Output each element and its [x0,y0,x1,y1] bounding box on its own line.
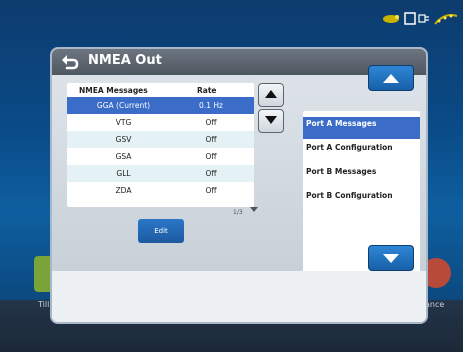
table-row[interactable]: GGA (Current) 0.1 Hz [67,97,254,114]
table-row[interactable]: ZDA Off [67,182,254,199]
back-arrow-icon[interactable] [61,54,79,70]
message-rate: Off [205,135,217,144]
side-menu-label: Port B Messages [306,167,377,176]
side-menu-label: Port A Messages [306,119,377,128]
gps-satellite-icon [383,15,399,23]
message-rate: 0.1 Hz [199,101,223,110]
status-icons [381,10,459,28]
page-down-icon[interactable] [250,207,258,212]
message-name: GGA (Current) [96,101,151,110]
page-indicator: 1/3 [233,209,243,216]
message-name: GSV [115,135,132,144]
table-row[interactable]: GLL Off [67,165,254,182]
message-rate: Off [205,152,217,161]
message-name: ZDA [115,186,132,195]
arrow-down-icon [265,116,277,124]
arrow-down-icon [383,254,399,263]
message-name: GSA [115,152,132,161]
table-row[interactable]: VTG Off [67,114,254,131]
dialog-title: NMEA Out [88,53,162,68]
arrow-up-icon [265,90,277,98]
left-tile-label: Till [38,300,50,309]
menu-scroll-down-button[interactable] [368,245,414,271]
table-row[interactable]: GSA Off [67,148,254,165]
table-scroll-up-button[interactable] [258,83,284,107]
nmea-messages-table: NMEA Messages Rate GGA (Current) 0.1 Hz … [67,83,254,207]
dialog-footer [52,271,426,322]
wireless-icon [434,14,458,25]
menu-scroll-up-button[interactable] [368,65,414,91]
right-tile-label: ance [425,300,445,309]
table-row[interactable]: GSV Off [67,131,254,148]
arrow-up-icon [383,74,399,83]
column-header-rate: Rate [197,86,217,95]
table-header: NMEA Messages Rate [67,83,254,97]
connection-icon [418,14,429,23]
side-menu-item[interactable]: Port A Configuration [303,141,420,163]
column-header-messages: NMEA Messages [79,86,148,95]
message-name: GLL [116,169,131,178]
side-menu-label: Port B Configuration [306,191,393,200]
edit-button[interactable]: Edit [138,219,184,243]
message-name: VTG [115,118,132,127]
screen-icon [404,12,416,25]
side-menu-label: Port A Configuration [306,143,393,152]
side-menu-item[interactable]: Port B Messages [303,165,420,187]
table-scroll-down-button[interactable] [258,109,284,133]
nmea-out-dialog: NMEA Out NMEA Messages Rate GGA (Current… [52,49,426,322]
message-rate: Off [205,169,217,178]
message-rate: Off [205,118,217,127]
side-menu-item[interactable]: Port B Configuration [303,189,420,211]
side-menu-item[interactable]: Port A Messages [303,117,420,139]
dialog-body: NMEA Messages Rate GGA (Current) 0.1 Hz … [52,75,426,291]
message-rate: Off [205,186,217,195]
